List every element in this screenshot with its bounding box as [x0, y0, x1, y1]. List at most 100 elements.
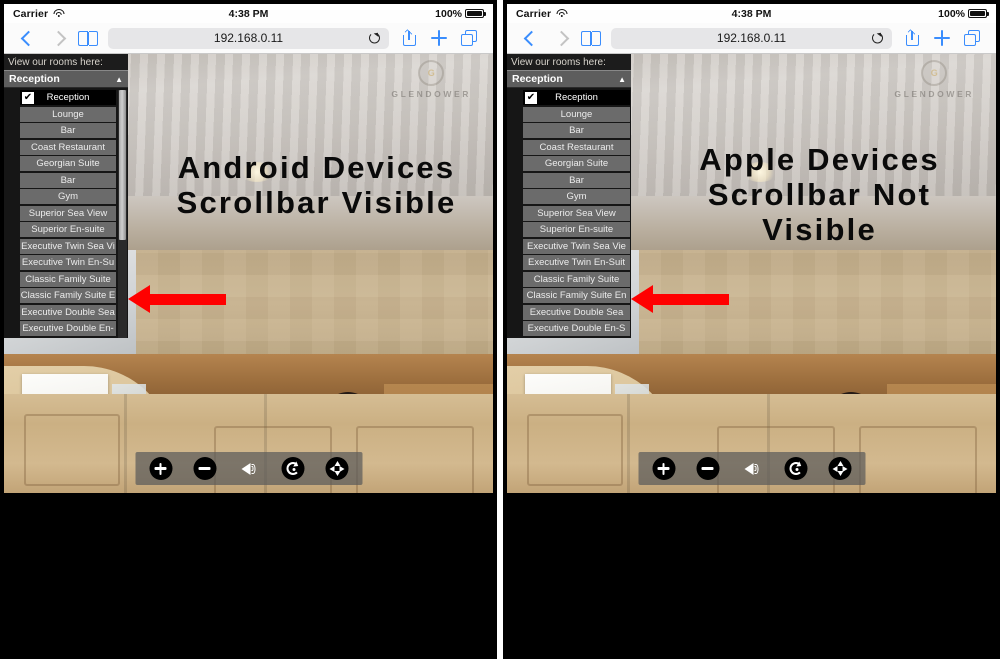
room-list-item-label: Classic Family Suite — [25, 273, 111, 285]
caret-up-icon: ▲ — [618, 74, 626, 84]
room-list-item-label: Bar — [60, 174, 76, 186]
room-list-item-label: Bar — [60, 125, 76, 136]
tabs-icon — [461, 30, 477, 46]
refresh-icon[interactable] — [281, 457, 304, 480]
share-button[interactable] — [897, 28, 927, 46]
url-bar[interactable]: 192.168.0.11 — [611, 27, 892, 49]
status-bar-right: 100% — [435, 8, 486, 20]
zoom-in-icon[interactable] — [149, 457, 172, 480]
room-list-item[interactable]: Georgian Suite — [523, 156, 630, 171]
room-list-panel: View our rooms here: Reception ▲ ✔ Recept… — [4, 54, 128, 338]
battery-full-icon — [968, 9, 989, 18]
forward-button[interactable] — [43, 30, 73, 46]
room-list-item[interactable]: Lounge — [20, 106, 116, 122]
room-list-item-label: Superior Sea View — [537, 207, 616, 219]
scrollbar-thumb[interactable] — [119, 90, 126, 240]
reload-icon[interactable] — [872, 32, 883, 44]
new-tab-button[interactable] — [424, 30, 454, 46]
room-list-item[interactable]: Executive Double En- — [20, 321, 116, 336]
room-list-item-label: Executive Twin En-Su — [21, 257, 115, 268]
room-list-item[interactable]: Georgian Suite — [20, 156, 116, 171]
chevron-right-icon — [553, 30, 569, 46]
room-list-item-label: Bar — [569, 125, 584, 136]
refresh-icon[interactable] — [784, 457, 807, 480]
status-bar: Carrier 4:38 PM 100% — [4, 4, 493, 23]
media-toolbar — [135, 452, 362, 485]
clock-label: 4:38 PM — [731, 7, 772, 20]
room-list-item[interactable]: Superior Sea View — [20, 205, 116, 221]
url-text: 192.168.0.11 — [213, 31, 284, 45]
annotation-arrow — [128, 285, 226, 313]
room-list-item-label: Classic Family Suite En — [526, 290, 627, 301]
room-list-item[interactable]: Coast Restaurant — [523, 139, 630, 155]
room-list-item[interactable]: Executive Double Sea — [523, 304, 630, 320]
room-list-item-label: Coast Restaurant — [31, 141, 105, 153]
room-list-item[interactable]: Bar — [20, 123, 116, 138]
back-button[interactable] — [13, 30, 43, 46]
room-list-item-label: Classic Family Suite — [533, 273, 620, 285]
arrow-head — [631, 285, 653, 313]
room-list-item[interactable]: Gym — [523, 189, 630, 204]
bookmarks-button[interactable] — [576, 30, 606, 46]
arrow-shaft — [150, 293, 226, 305]
room-list-item[interactable]: Executive Twin En-Su — [20, 255, 116, 270]
back-button[interactable] — [516, 30, 546, 46]
url-text: 192.168.0.11 — [716, 31, 787, 45]
tabs-button[interactable] — [957, 30, 987, 46]
scrollbar-track[interactable] — [118, 90, 127, 338]
room-list-item-label: Lounge — [560, 108, 593, 120]
speaker-icon[interactable] — [740, 457, 763, 480]
room-list-item[interactable]: Executive Double Sea — [20, 304, 116, 320]
zoom-out-icon[interactable] — [696, 457, 719, 480]
room-list-item[interactable]: Classic Family Suite — [20, 271, 116, 287]
new-tab-button[interactable] — [927, 30, 957, 46]
room-list-item[interactable]: Executive Double En-S — [523, 321, 630, 336]
room-list-item[interactable]: Bar — [523, 123, 630, 138]
tabs-button[interactable] — [454, 30, 484, 46]
device-panel-apple: Carrier 4:38 PM 100% 192.168.0.11 G GLEN… — [503, 0, 1000, 659]
room-list-item-label: Georgian Suite — [544, 158, 609, 169]
room-select-dropdown[interactable]: Reception ▲ — [507, 70, 631, 88]
zoom-in-icon[interactable] — [652, 457, 675, 480]
share-icon — [905, 28, 919, 46]
caret-up-icon: ▲ — [115, 74, 123, 84]
room-list-item[interactable]: Classic Family Suite E — [20, 288, 116, 303]
room-list-item[interactable]: Classic Family Suite En — [523, 288, 630, 303]
room-list-header: View our rooms here: — [507, 54, 631, 70]
reload-icon[interactable] — [369, 32, 380, 44]
plus-icon — [431, 30, 447, 46]
room-list-item[interactable]: Coast Restaurant — [20, 139, 116, 155]
forward-button[interactable] — [546, 30, 576, 46]
share-button[interactable] — [394, 28, 424, 46]
room-list-item[interactable]: Executive Twin Sea Vi — [20, 238, 116, 254]
room-list-item-label: Classic Family Suite E — [20, 290, 116, 301]
room-list-item[interactable]: Lounge — [523, 106, 630, 122]
room-list-item[interactable]: ✔ Reception — [523, 90, 630, 105]
room-list-item[interactable]: ✔ Reception — [20, 90, 116, 105]
bookmarks-button[interactable] — [73, 30, 103, 46]
room-list-item[interactable]: Executive Twin Sea Vie — [523, 238, 630, 254]
room-list-item-label: Lounge — [52, 108, 84, 120]
room-list-item[interactable]: Superior En-suite — [523, 222, 630, 237]
room-list-item[interactable]: Superior En-suite — [20, 222, 116, 237]
room-list-item[interactable]: Gym — [20, 189, 116, 204]
room-list-item[interactable]: Superior Sea View — [523, 205, 630, 221]
room-list-item-label: Reception — [555, 92, 598, 103]
tabs-icon — [964, 30, 980, 46]
room-list-item[interactable]: Bar — [20, 172, 116, 188]
room-list-item[interactable]: Classic Family Suite — [523, 271, 630, 287]
annotation-arrow — [631, 285, 729, 313]
speaker-icon[interactable] — [237, 457, 260, 480]
zoom-out-icon[interactable] — [193, 457, 216, 480]
room-select-dropdown[interactable]: Reception ▲ — [4, 70, 128, 88]
share-icon — [402, 28, 416, 46]
room-list-item[interactable]: Bar — [523, 172, 630, 188]
arrow-shaft — [653, 293, 729, 305]
pan-move-icon[interactable] — [828, 457, 851, 480]
battery-full-icon — [465, 9, 486, 18]
pan-move-icon[interactable] — [325, 457, 348, 480]
room-list-item[interactable]: Executive Twin En-Suit — [523, 255, 630, 270]
room-list-item-label: Executive Double Sea — [21, 306, 115, 318]
url-bar[interactable]: 192.168.0.11 — [108, 27, 389, 49]
chevron-right-icon — [50, 30, 66, 46]
